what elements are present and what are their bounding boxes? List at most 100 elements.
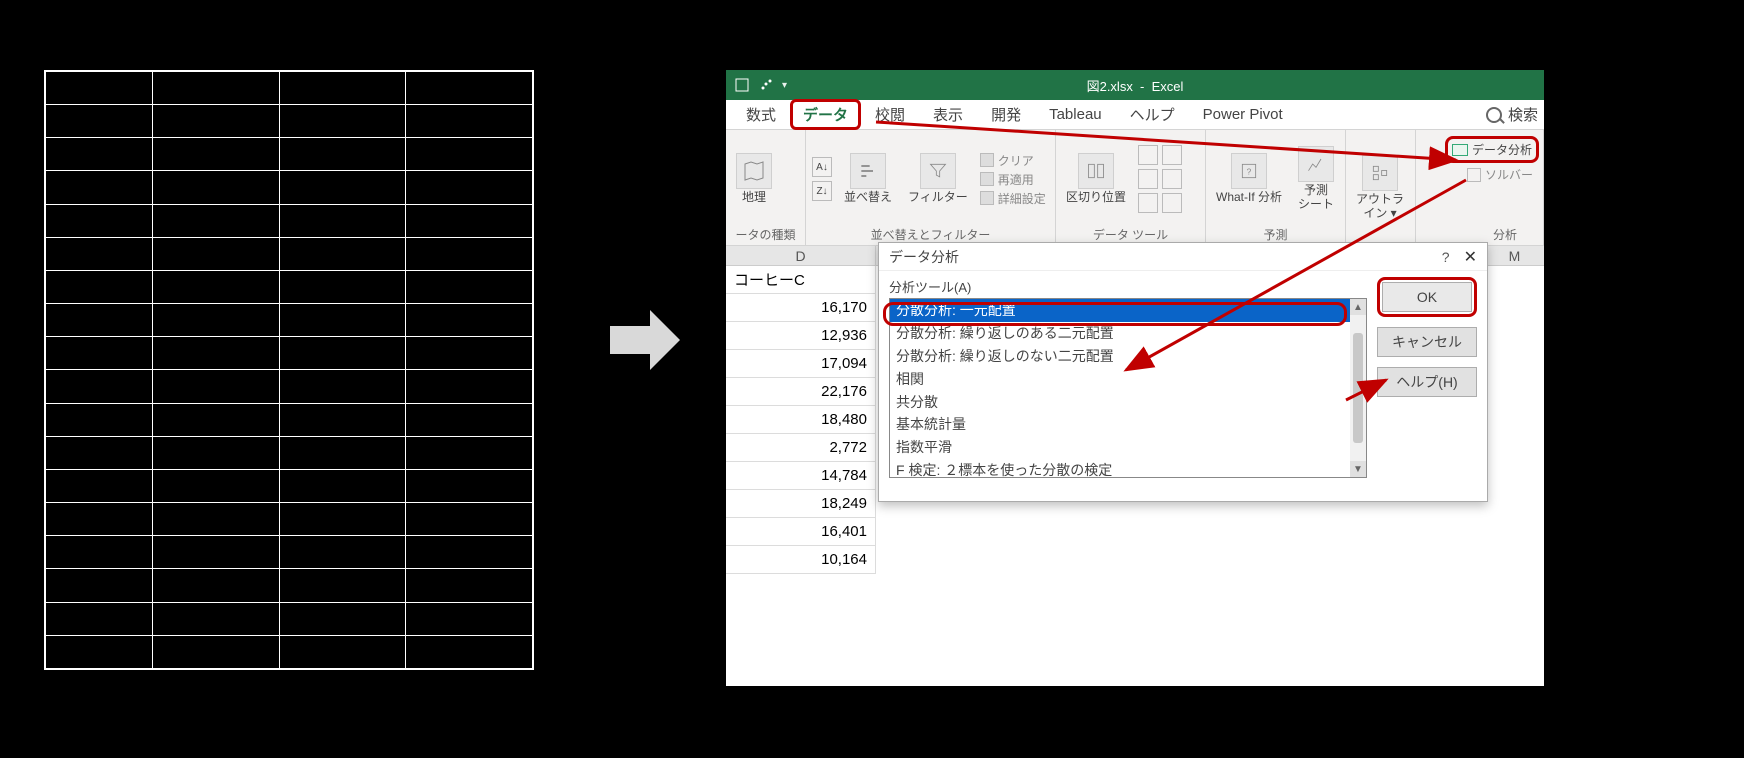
- dialog-list-label: 分析ツール(A): [889, 277, 1367, 296]
- tab-view[interactable]: 表示: [919, 100, 977, 129]
- ribbon: 地理 ータの種類 A↓ Z↓ 並べ替え: [726, 130, 1544, 246]
- tab-data[interactable]: データ: [790, 99, 861, 130]
- btn-sort[interactable]: 並べ替え: [840, 151, 896, 207]
- cell-d-10[interactable]: 10,164: [726, 546, 876, 574]
- cell-d-6[interactable]: 2,772: [726, 434, 876, 462]
- btn-reapply-label: 再適用: [998, 171, 1034, 188]
- window-title: 図2.xlsx - Excel: [1087, 76, 1184, 95]
- cell-d-8[interactable]: 18,249: [726, 490, 876, 518]
- qat-dropdown-icon[interactable]: ▾: [782, 80, 787, 91]
- funnel-icon: [920, 153, 956, 189]
- btn-advanced[interactable]: 詳細設定: [980, 190, 1046, 207]
- search-icon: [1486, 107, 1502, 123]
- cell-d-7[interactable]: 14,784: [726, 462, 876, 490]
- solver-icon: [1467, 168, 1481, 182]
- listbox-scrollbar[interactable]: ▲ ▼: [1350, 299, 1366, 477]
- dialog-titlebar[interactable]: データ分析 ? ✕: [879, 243, 1487, 271]
- tab-review[interactable]: 校閲: [861, 100, 919, 129]
- tool-icon-4[interactable]: [1162, 169, 1182, 189]
- btn-split-label: 区切り位置: [1066, 191, 1126, 205]
- sort-icon: [850, 153, 886, 189]
- cancel-button[interactable]: キャンセル: [1377, 327, 1477, 357]
- excel-window: ▾ 図2.xlsx - Excel 数式 データ 校閲 表示 開発 Tablea…: [726, 70, 1544, 686]
- tab-develop[interactable]: 開発: [977, 100, 1035, 129]
- qat-icon[interactable]: [734, 77, 750, 93]
- tab-tableau[interactable]: Tableau: [1035, 102, 1116, 127]
- list-item-expsmooth[interactable]: 指数平滑: [890, 436, 1366, 459]
- cell-d-4[interactable]: 22,176: [726, 378, 876, 406]
- cell-d-2[interactable]: 12,936: [726, 322, 876, 350]
- flow-arrow-icon: [610, 310, 680, 370]
- tool-icon-6[interactable]: [1162, 193, 1182, 213]
- btn-solver[interactable]: ソルバー: [1467, 166, 1533, 183]
- btn-geography-label: 地理: [742, 191, 766, 205]
- group-analysis-caption: 分析: [1422, 224, 1537, 243]
- btn-clear[interactable]: クリア: [980, 152, 1046, 169]
- list-item-anova1[interactable]: 分散分析: 一元配置: [890, 299, 1366, 322]
- cell-d-5[interactable]: 18,480: [726, 406, 876, 434]
- tool-icon-5[interactable]: [1138, 193, 1158, 213]
- scroll-down-icon[interactable]: ▼: [1350, 461, 1366, 477]
- analysis-tool-listbox[interactable]: 分散分析: 一元配置 分散分析: 繰り返しのある二元配置 分散分析: 繰り返しの…: [889, 298, 1367, 478]
- tab-powerpivot[interactable]: Power Pivot: [1189, 102, 1297, 127]
- btn-text-to-columns[interactable]: 区切り位置: [1062, 151, 1130, 207]
- dialog-close-icon[interactable]: ✕: [1464, 247, 1477, 267]
- tell-me-search[interactable]: 検索: [1486, 104, 1538, 125]
- tab-help[interactable]: ヘルプ: [1116, 100, 1189, 129]
- qat-icon-2[interactable]: [758, 77, 774, 93]
- btn-geography[interactable]: 地理: [732, 151, 776, 207]
- cell-d-9[interactable]: 16,401: [726, 518, 876, 546]
- btn-solver-label: ソルバー: [1485, 166, 1533, 183]
- group-forecast-caption: 予測: [1212, 224, 1339, 243]
- group-sort-caption: 並べ替えとフィルター: [812, 224, 1049, 243]
- group-datatype-caption: ータの種類: [732, 224, 799, 243]
- split-icon: [1078, 153, 1114, 189]
- list-item-anova2[interactable]: 分散分析: 繰り返しのない二元配置: [890, 345, 1366, 368]
- tool-icon-2[interactable]: [1162, 145, 1182, 165]
- scroll-thumb[interactable]: [1353, 333, 1363, 443]
- worksheet[interactable]: D M コーヒーC 16,170 12,936 17,094 22,176 18…: [726, 246, 1544, 686]
- sort-asc-icon[interactable]: A↓: [812, 157, 832, 177]
- cell-d-header[interactable]: コーヒーC: [726, 266, 876, 294]
- ribbon-tabs: 数式 データ 校閲 表示 開発 Tableau ヘルプ Power Pivot …: [726, 100, 1544, 130]
- colhdr-d[interactable]: D: [726, 246, 876, 265]
- btn-whatif[interactable]: ? What-If 分析: [1212, 151, 1286, 207]
- whatif-icon: ?: [1231, 153, 1267, 189]
- tool-icon-3[interactable]: [1138, 169, 1158, 189]
- title-filename: 図2.xlsx: [1087, 79, 1133, 94]
- clear-icon: [980, 153, 994, 167]
- help-button[interactable]: ヘルプ(H): [1377, 367, 1477, 397]
- forecast-icon: [1298, 146, 1334, 182]
- btn-reapply[interactable]: 再適用: [980, 171, 1046, 188]
- cell-d-1[interactable]: 16,170: [726, 294, 876, 322]
- dialog-title-text: データ分析: [889, 247, 959, 267]
- btn-outline[interactable]: アウトラ イン ▾: [1352, 153, 1408, 223]
- group-tools-caption: データ ツール: [1062, 224, 1199, 243]
- btn-forecast-sheet[interactable]: 予測 シート: [1294, 144, 1338, 214]
- btn-clear-label: クリア: [998, 152, 1034, 169]
- btn-data-analysis-label: データ分析: [1472, 141, 1532, 158]
- scroll-up-icon[interactable]: ▲: [1350, 299, 1366, 315]
- ok-button[interactable]: OK: [1382, 282, 1472, 312]
- list-item-descstat[interactable]: 基本統計量: [890, 413, 1366, 436]
- list-item-corr[interactable]: 相関: [890, 368, 1366, 391]
- col-d-cells: コーヒーC 16,170 12,936 17,094 22,176 18,480…: [726, 266, 876, 686]
- btn-filter-label: フィルター: [908, 191, 968, 205]
- advanced-icon: [980, 191, 994, 205]
- list-item-anova2r[interactable]: 分散分析: 繰り返しのある二元配置: [890, 322, 1366, 345]
- dialog-help-icon[interactable]: ?: [1442, 249, 1450, 265]
- left-empty-table-grid: [45, 71, 533, 669]
- btn-forecast-label: 予測 シート: [1298, 184, 1334, 212]
- tool-icon-1[interactable]: [1138, 145, 1158, 165]
- tab-formula[interactable]: 数式: [732, 100, 790, 129]
- callout-ok-button: OK: [1377, 277, 1477, 317]
- search-label: 検索: [1508, 104, 1538, 125]
- titlebar: ▾ 図2.xlsx - Excel: [726, 70, 1544, 100]
- list-item-cov[interactable]: 共分散: [890, 391, 1366, 414]
- btn-data-analysis[interactable]: データ分析: [1445, 136, 1539, 163]
- sort-desc-icon[interactable]: Z↓: [812, 181, 832, 201]
- cell-d-3[interactable]: 17,094: [726, 350, 876, 378]
- colhdr-m[interactable]: M: [1484, 246, 1544, 265]
- btn-filter[interactable]: フィルター: [904, 151, 972, 207]
- list-item-ftest[interactable]: F 検定: ２標本を使った分散の検定: [890, 459, 1366, 478]
